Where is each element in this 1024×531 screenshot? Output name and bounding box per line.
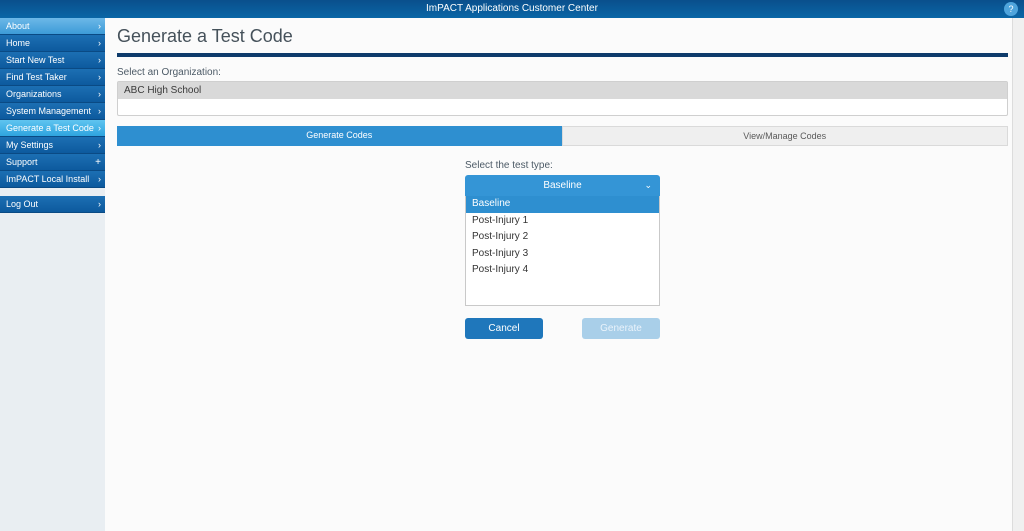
tab-generate-codes[interactable]: Generate Codes bbox=[117, 126, 562, 146]
chevron-right-icon: › bbox=[98, 86, 101, 103]
app-title: ImPACT Applications Customer Center bbox=[426, 3, 598, 14]
sidebar-item-label: Log Out bbox=[6, 199, 38, 209]
test-type-option[interactable]: Baseline bbox=[466, 196, 659, 213]
sidebar-item-system-management[interactable]: System Management › bbox=[0, 103, 105, 120]
test-type-selected: Baseline bbox=[543, 180, 581, 191]
org-label: Select an Organization: bbox=[117, 67, 1008, 78]
test-type-option[interactable]: Post-Injury 2 bbox=[466, 229, 659, 246]
main-content: Generate a Test Code Select an Organizat… bbox=[105, 18, 1024, 531]
tab-view-manage-codes[interactable]: View/Manage Codes bbox=[562, 126, 1009, 146]
sidebar-item-start-new-test[interactable]: Start New Test › bbox=[0, 52, 105, 69]
chevron-right-icon: › bbox=[98, 52, 101, 69]
generate-button: Generate bbox=[582, 318, 660, 339]
tab-row: Generate Codes View/Manage Codes bbox=[117, 126, 1008, 146]
sidebar-item-support[interactable]: Support + bbox=[0, 154, 105, 171]
sidebar-item-organizations[interactable]: Organizations › bbox=[0, 86, 105, 103]
sidebar-item-label: Home bbox=[6, 38, 30, 48]
chevron-right-icon: › bbox=[98, 18, 101, 35]
sidebar-item-log-out[interactable]: Log Out › bbox=[0, 196, 105, 213]
chevron-right-icon: › bbox=[98, 171, 101, 188]
sidebar-item-label: System Management bbox=[6, 106, 91, 116]
sidebar-item-label: Start New Test bbox=[6, 55, 64, 65]
sidebar-item-label: About bbox=[6, 21, 30, 31]
title-divider bbox=[117, 53, 1008, 57]
chevron-right-icon: › bbox=[98, 120, 101, 137]
org-select[interactable]: ABC High School bbox=[117, 81, 1008, 116]
scrollbar[interactable] bbox=[1012, 18, 1024, 531]
test-type-listbox[interactable]: BaselinePost-Injury 1Post-Injury 2Post-I… bbox=[465, 196, 660, 306]
chevron-right-icon: › bbox=[98, 196, 101, 213]
page-title: Generate a Test Code bbox=[117, 26, 1008, 47]
test-type-label: Select the test type: bbox=[465, 160, 660, 171]
sidebar-item-label: ImPACT Local Install bbox=[6, 174, 89, 184]
sidebar-item-label: My Settings bbox=[6, 140, 53, 150]
sidebar-item-find-test-taker[interactable]: Find Test Taker › bbox=[0, 69, 105, 86]
sidebar-item-label: Find Test Taker bbox=[6, 72, 67, 82]
chevron-right-icon: › bbox=[98, 137, 101, 154]
test-type-option[interactable]: Post-Injury 1 bbox=[466, 213, 659, 230]
sidebar-item-about[interactable]: About › bbox=[0, 18, 105, 35]
sidebar-item-label: Generate a Test Code bbox=[6, 123, 94, 133]
test-type-dropdown[interactable]: Baseline ⌄ bbox=[465, 175, 660, 196]
sidebar-item-my-settings[interactable]: My Settings › bbox=[0, 137, 105, 154]
sidebar-item-impact-local-install[interactable]: ImPACT Local Install › bbox=[0, 171, 105, 188]
plus-icon: + bbox=[95, 154, 101, 171]
org-selected-value: ABC High School bbox=[118, 82, 1007, 99]
chevron-right-icon: › bbox=[98, 35, 101, 52]
sidebar: About›Home›Start New Test›Find Test Take… bbox=[0, 18, 105, 531]
chevron-down-icon: ⌄ bbox=[644, 180, 652, 191]
sidebar-item-home[interactable]: Home › bbox=[0, 35, 105, 52]
chevron-right-icon: › bbox=[98, 69, 101, 86]
test-type-option[interactable]: Post-Injury 3 bbox=[466, 246, 659, 263]
sidebar-item-label: Organizations bbox=[6, 89, 62, 99]
sidebar-item-generate-a-test-code[interactable]: Generate a Test Code › bbox=[0, 120, 105, 137]
cancel-button[interactable]: Cancel bbox=[465, 318, 543, 339]
sidebar-item-label: Support bbox=[6, 157, 38, 167]
app-titlebar: ImPACT Applications Customer Center ? bbox=[0, 0, 1024, 18]
help-icon[interactable]: ? bbox=[1004, 2, 1018, 16]
chevron-right-icon: › bbox=[98, 103, 101, 120]
test-type-option[interactable]: Post-Injury 4 bbox=[466, 262, 659, 279]
